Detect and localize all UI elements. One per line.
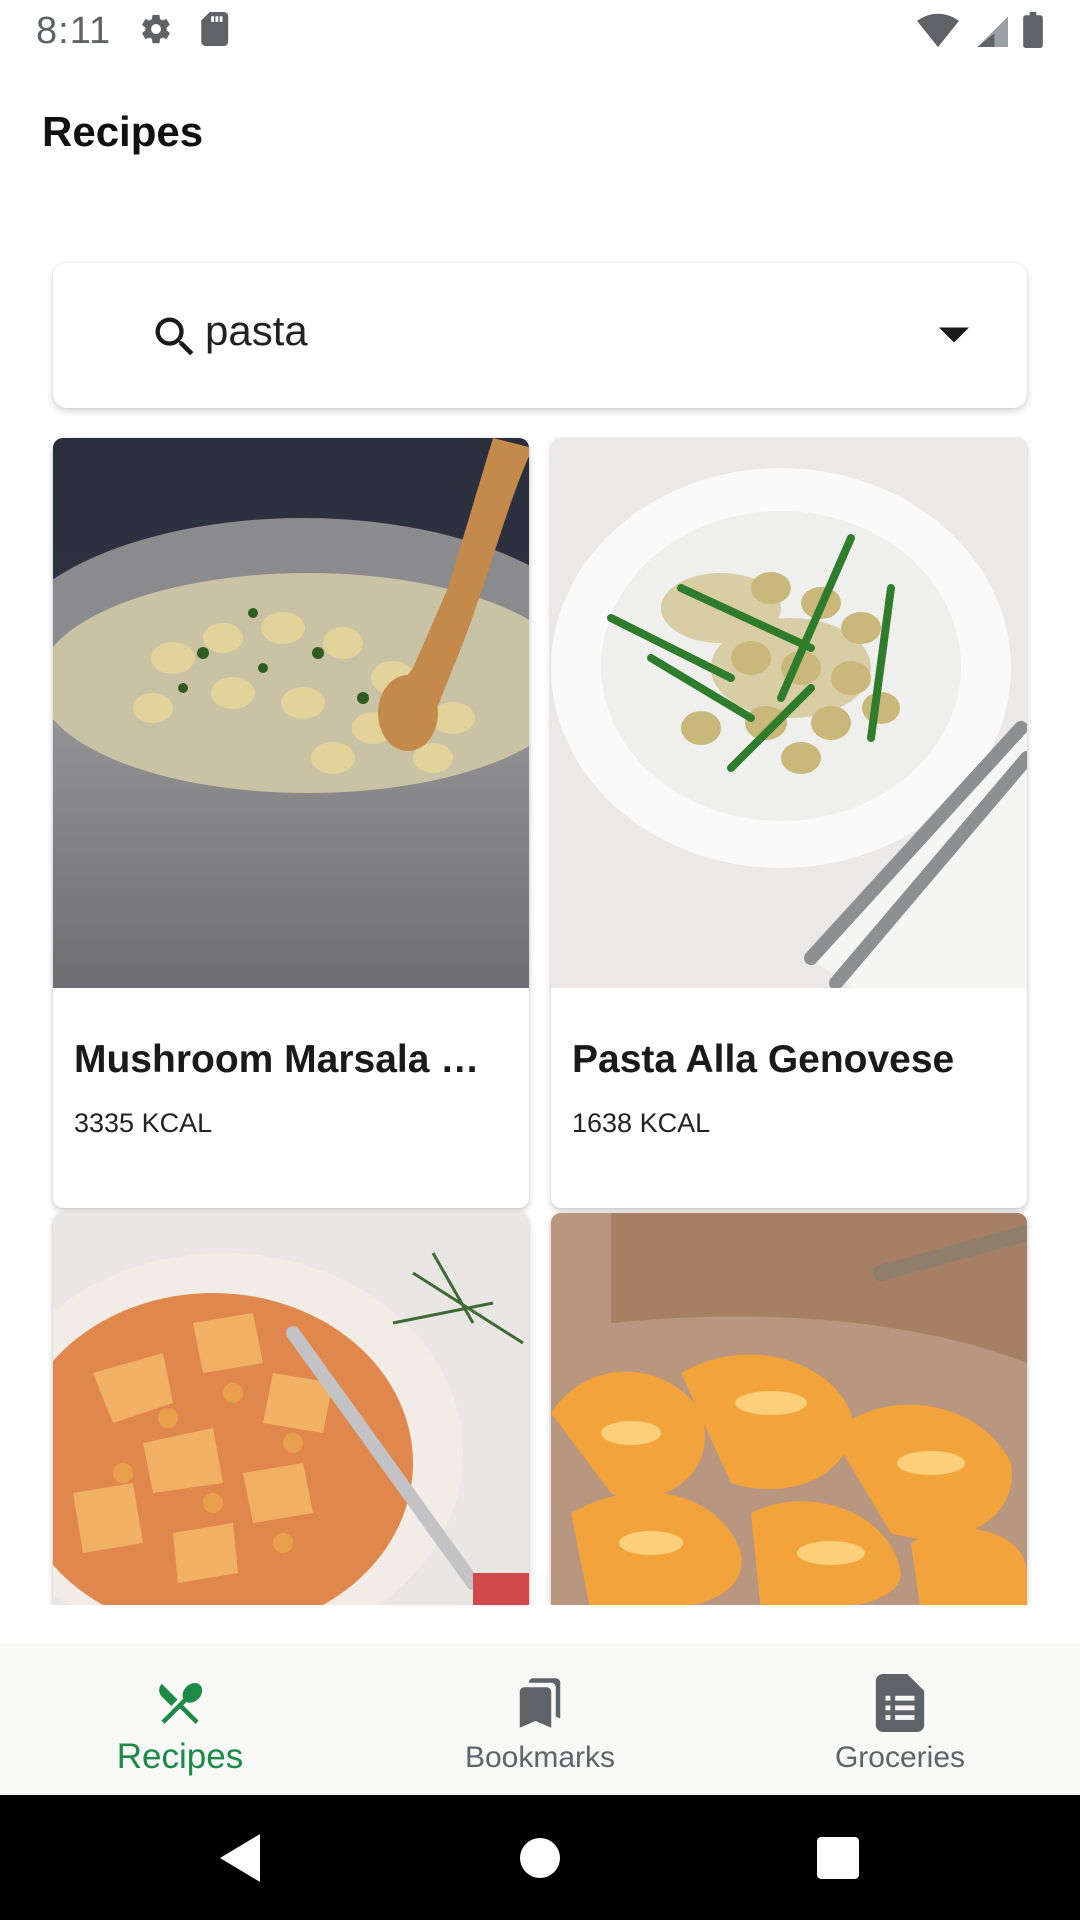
recipe-calories: 3335 KCAL: [74, 1108, 213, 1138]
bookmarks-icon: [513, 1673, 567, 1733]
system-navigation-bar: [0, 1795, 1080, 1920]
status-time: 8:11: [36, 10, 112, 52]
wifi-icon: [916, 12, 960, 53]
caret-down-icon[interactable]: [939, 327, 969, 348]
search-icon: [149, 311, 201, 368]
recipe-card[interactable]: Pasta Alla Genovese 1638 KCAL: [551, 438, 1027, 1208]
status-bar: 8:11: [0, 0, 1080, 63]
list-document-icon: [875, 1673, 925, 1733]
back-button[interactable]: [200, 1795, 280, 1920]
search-bar[interactable]: pasta: [53, 263, 1027, 408]
recipe-card[interactable]: [551, 1213, 1027, 1605]
home-icon: [520, 1837, 560, 1878]
nav-label-bookmarks: Bookmarks: [464, 1741, 616, 1774]
recipe-title: Mushroom Marsala …: [74, 1038, 480, 1081]
recents-icon: [817, 1836, 859, 1879]
recipe-image: [53, 1213, 529, 1605]
recipe-calories: 1638 KCAL: [572, 1108, 711, 1138]
recipe-image: [53, 438, 529, 988]
recipe-image: [551, 1213, 1027, 1605]
recipe-card[interactable]: [53, 1213, 529, 1605]
page-title: Recipes: [42, 108, 204, 155]
bottom-navigation: Recipes Bookmarks Groceries: [0, 1643, 1080, 1795]
gear-icon: [139, 12, 173, 51]
recipe-image: [551, 438, 1027, 988]
fork-knife-icon: [153, 1673, 207, 1733]
nav-item-groceries[interactable]: Groceries: [720, 1643, 1080, 1795]
nav-label-recipes: Recipes: [116, 1737, 244, 1776]
recipe-grid[interactable]: Mushroom Marsala … 3335 KCAL Pasta Alla …: [0, 420, 1080, 1605]
nav-label-groceries: Groceries: [834, 1741, 966, 1774]
recents-button[interactable]: [798, 1795, 878, 1920]
search-input[interactable]: pasta: [205, 307, 308, 355]
recipe-title: Pasta Alla Genovese: [572, 1038, 955, 1081]
back-icon: [220, 1833, 260, 1882]
home-button[interactable]: [500, 1795, 580, 1920]
sd-card-icon: [199, 12, 229, 51]
nav-item-recipes[interactable]: Recipes: [0, 1643, 360, 1795]
nav-item-bookmarks[interactable]: Bookmarks: [360, 1643, 720, 1795]
recipe-card[interactable]: Mushroom Marsala … 3335 KCAL: [53, 438, 529, 1208]
battery-icon: [1022, 12, 1044, 53]
signal-icon: [974, 12, 1008, 53]
